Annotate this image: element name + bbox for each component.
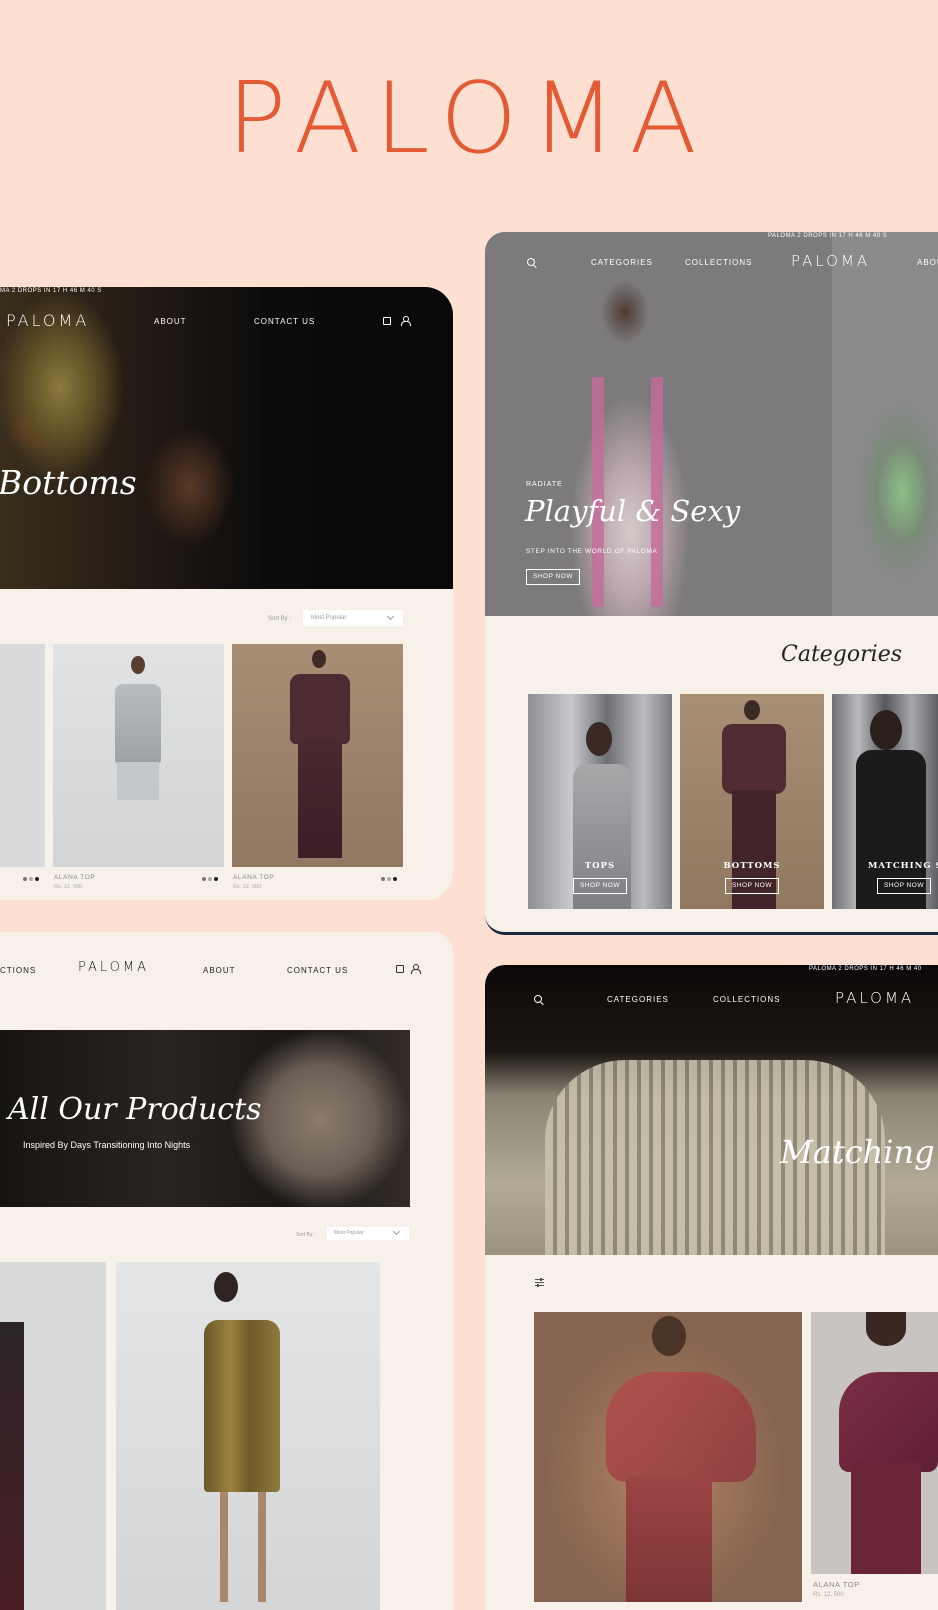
color-swatches[interactable]	[381, 877, 397, 881]
nav-collections[interactable]: COLLECTIONS	[685, 258, 752, 267]
nav-about[interactable]: ABOUT	[203, 966, 236, 975]
nav-categories[interactable]: CATEGORIES	[591, 258, 653, 267]
category-card-matching-sets[interactable]: MATCHING SETS SHOP NOW	[832, 694, 938, 909]
product-name[interactable]: ALANA TOP	[813, 1580, 860, 1589]
sort-label: Sort By :	[268, 616, 292, 622]
product-image-partial[interactable]	[0, 1262, 106, 1610]
all-products-page-card: CTIONS PALOMA ABOUT CONTACT US All Our P…	[0, 932, 453, 1610]
category-shop-now-button[interactable]: SHOP NOW	[877, 878, 931, 894]
brand-wordmark: PALOMA	[227, 62, 711, 176]
product-name[interactable]: ALANA TOP	[233, 874, 274, 881]
site-logo[interactable]: PALOMA	[791, 252, 870, 270]
all-products-hero: All Our Products Inspired By Days Transi…	[0, 1030, 410, 1207]
product-price: Rs. 12, 500	[813, 1592, 844, 1598]
product-price: Rs. 12, 500	[54, 884, 83, 890]
hero-subtitle: Inspired By Days Transitioning Into Nigh…	[23, 1140, 191, 1150]
category-label: TOPS	[584, 861, 616, 871]
site-logo[interactable]: PALOMA	[78, 960, 149, 975]
hero-subtitle: STEP INTO THE WORLD OF PALOMA	[526, 548, 658, 555]
search-icon[interactable]	[527, 258, 535, 266]
product-image-partial[interactable]	[0, 644, 45, 867]
home-page-card: PALOMA 2 DROPS IN 17 H 46 M 40 S CATEGOR…	[485, 232, 938, 935]
bag-icon[interactable]	[396, 965, 404, 973]
category-shop-now-button[interactable]: SHOP NOW	[573, 878, 627, 894]
category-label: MATCHING SETS	[868, 861, 938, 871]
search-icon[interactable]	[534, 995, 542, 1003]
chevron-down-icon	[386, 612, 395, 621]
sort-dropdown[interactable]: Most Popular	[303, 610, 403, 626]
product-name[interactable]: ALANA TOP	[54, 874, 95, 881]
nav-contact-us[interactable]: CONTACT US	[287, 966, 348, 975]
color-swatches[interactable]	[23, 877, 39, 881]
product-price: Rs. 12, 500	[233, 884, 262, 890]
category-card-bottoms[interactable]: BOTTOMS SHOP NOW	[680, 694, 824, 909]
filter-icon[interactable]	[535, 1278, 544, 1287]
user-icon[interactable]	[411, 964, 421, 974]
site-logo[interactable]: PALOMA	[6, 311, 89, 330]
user-icon[interactable]	[401, 316, 411, 326]
hero-model-image	[485, 232, 832, 616]
hero-title: Playful & Sexy	[525, 494, 741, 528]
hero-model-image	[0, 287, 260, 589]
hero-eyebrow: RADIATE	[526, 481, 563, 488]
category-label: BOTTOMS	[723, 861, 781, 871]
hero-title: Matching S	[780, 1133, 938, 1171]
nav-collections[interactable]: COLLECTIONS	[713, 995, 780, 1004]
sort-dropdown[interactable]: Most Popular	[327, 1227, 409, 1240]
product-image[interactable]	[232, 644, 403, 867]
product-image[interactable]	[811, 1312, 938, 1574]
hero-next-slide[interactable]	[832, 232, 938, 616]
drop-countdown-ticker: MA 2 DROPS IN 17 H 46 M 40 S	[0, 288, 102, 294]
product-image[interactable]	[534, 1312, 802, 1602]
home-hero: PALOMA 2 DROPS IN 17 H 46 M 40 S CATEGOR…	[485, 232, 938, 616]
color-swatches[interactable]	[202, 877, 218, 881]
chevron-down-icon	[392, 1227, 401, 1236]
bottoms-hero: MA 2 DROPS IN 17 H 46 M 40 S PALOMA ABOU…	[0, 287, 453, 589]
nav-about[interactable]: ABOUT	[154, 317, 187, 326]
bottoms-page-card: MA 2 DROPS IN 17 H 46 M 40 S PALOMA ABOU…	[0, 287, 453, 900]
matching-sets-hero: PALOMA 2 DROPS IN 17 H 46 M 40 CATEGORIE…	[485, 965, 938, 1255]
sort-value: Most Popular	[311, 615, 347, 621]
category-shop-now-button[interactable]: SHOP NOW	[725, 878, 779, 894]
matching-sets-page-card: PALOMA 2 DROPS IN 17 H 46 M 40 CATEGORIE…	[485, 965, 938, 1610]
bag-icon[interactable]	[383, 317, 391, 325]
category-card-tops[interactable]: TOPS SHOP NOW	[528, 694, 672, 909]
product-image[interactable]	[116, 1262, 380, 1610]
drop-countdown-ticker: PALOMA 2 DROPS IN 17 H 46 M 40	[809, 966, 922, 972]
sort-label: Sort By :	[296, 1232, 316, 1238]
drop-countdown-ticker: PALOMA 2 DROPS IN 17 H 46 M 40 S	[768, 233, 888, 239]
nav-contact-us[interactable]: CONTACT US	[254, 317, 315, 326]
hero-shop-now-button[interactable]: SHOP NOW	[526, 569, 580, 585]
nav-about[interactable]: ABOU	[917, 258, 938, 267]
hero-title: All Our Products	[8, 1092, 262, 1127]
nav-categories[interactable]: CATEGORIES	[607, 995, 669, 1004]
nav-collections[interactable]: CTIONS	[0, 966, 36, 975]
hero-title: Bottoms	[0, 463, 137, 502]
site-logo[interactable]: PALOMA	[835, 989, 914, 1007]
section-title: Categories	[781, 642, 902, 667]
sort-value: Most Popular	[334, 1230, 364, 1236]
product-image[interactable]	[53, 644, 224, 867]
